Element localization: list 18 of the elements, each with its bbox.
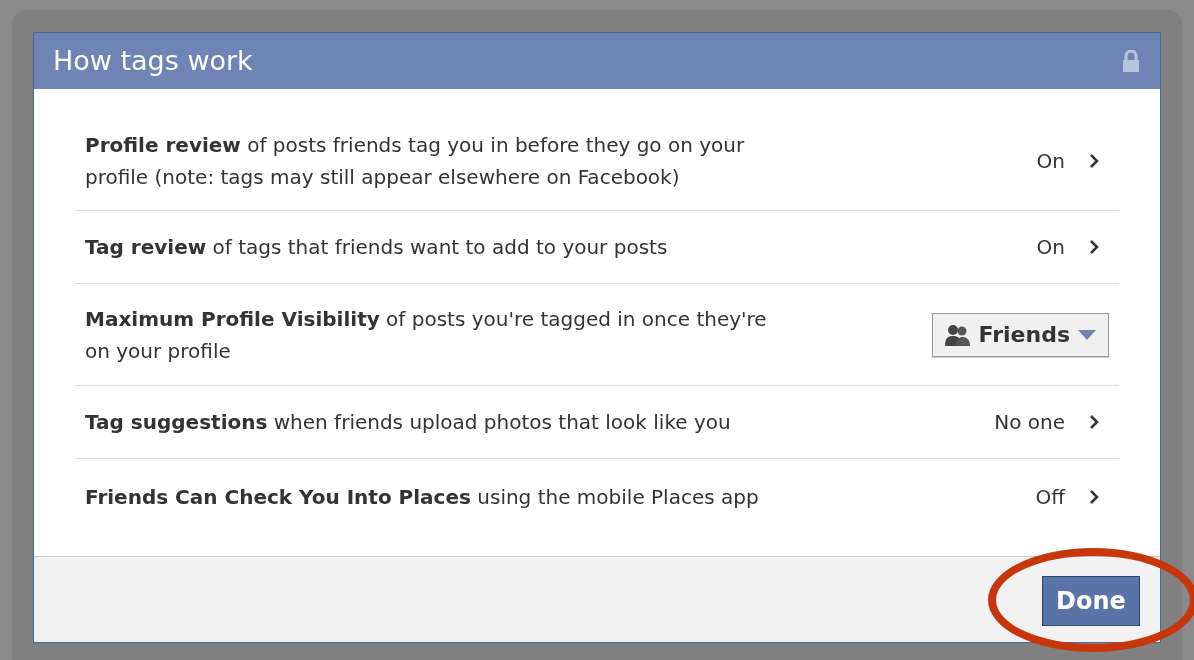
done-button[interactable]: Done — [1042, 575, 1140, 626]
dialog-title: How tags work — [53, 43, 253, 78]
chevron-right-icon[interactable] — [1089, 239, 1099, 255]
setting-description: Maximum Profile Visibility of posts you're tagged in once they're on your profile — [85, 305, 768, 365]
people-icon — [944, 323, 971, 346]
caret-icon — [1078, 329, 1096, 340]
setting-value[interactable]: Off — [1035, 480, 1065, 513]
setting-value[interactable]: On — [1036, 231, 1065, 263]
chevron-right-icon[interactable] — [1089, 152, 1099, 169]
chevron-right-icon[interactable] — [1089, 414, 1099, 430]
audience-dropdown[interactable]: Friends — [931, 312, 1109, 357]
setting-description: Tag review of tags that friends want to add to your posts — [85, 234, 669, 261]
setting-description: Friends Can Check You Into Places using the mobile Places app — [85, 483, 760, 511]
setting-description: Profile review of posts friends tag you in before they go on your profile (note: tags may still appear elsewhere on Facebook) — [85, 131, 746, 191]
setting-value[interactable]: On — [1036, 144, 1065, 177]
setting-description: Tag suggestions when friends upload photos that look like you — [85, 409, 732, 436]
chevron-right-icon[interactable] — [1089, 488, 1099, 505]
setting-value[interactable]: No one — [994, 406, 1065, 438]
